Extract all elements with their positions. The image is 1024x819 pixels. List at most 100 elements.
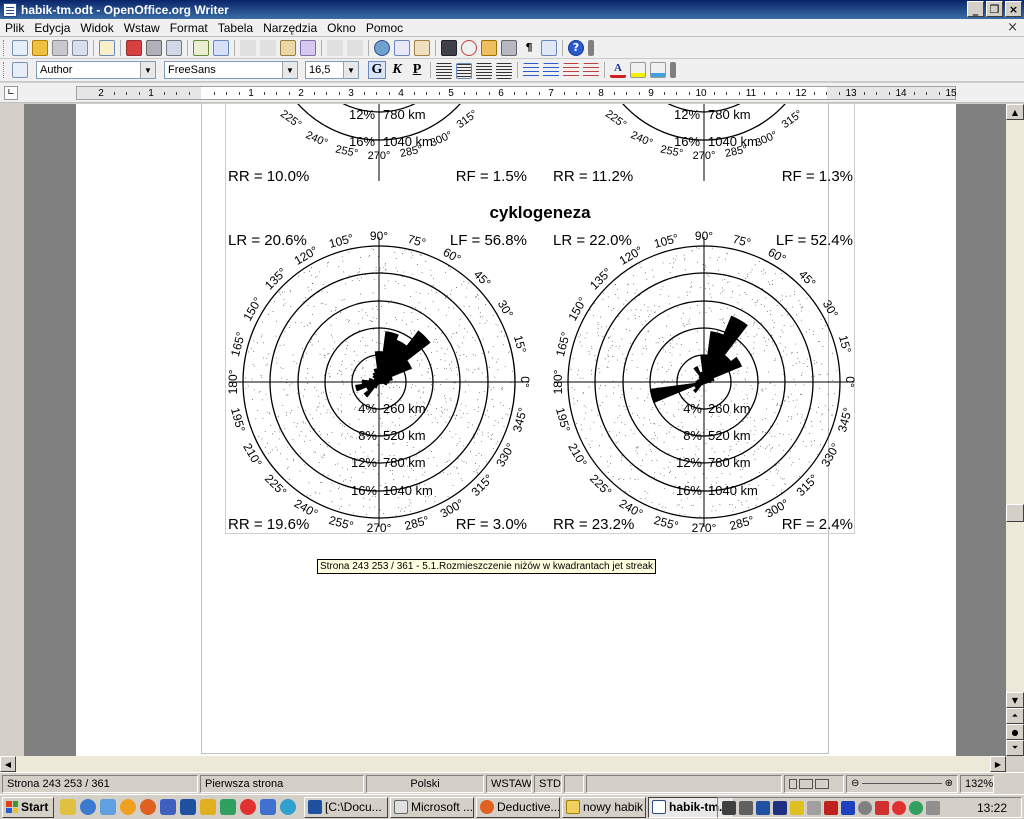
print-preview-icon[interactable] [166, 39, 182, 56]
wind-rose-figure[interactable]: 12% 780 km 16% 1040 km RR = 10.0% RF = 1.5% 22… [225, 104, 857, 535]
tray-app-icon[interactable] [858, 800, 872, 815]
ruler-strip[interactable]: 2 1 1 2 3 4 5 6 7 8 9 10 11 12 13 14 15 [76, 86, 957, 100]
font-color-icon[interactable]: A [610, 62, 626, 78]
zoom-in-icon[interactable]: ⊕ [945, 778, 953, 789]
email-icon[interactable] [72, 39, 88, 56]
tray-app-icon[interactable] [773, 800, 787, 815]
scroll-up-icon[interactable]: ▲ [1006, 104, 1024, 120]
bold-button[interactable]: G [368, 61, 386, 79]
status-insert-mode[interactable]: WSTAW [486, 774, 532, 793]
menu-format[interactable]: Format [165, 21, 213, 35]
media-player-icon[interactable] [120, 799, 136, 815]
multi-page-view-icon[interactable] [799, 778, 813, 789]
tab-stop-type-icon[interactable]: ∟ [4, 86, 18, 100]
menu-tabela[interactable]: Tabela [213, 21, 258, 35]
horizontal-ruler[interactable]: ∟ 2 1 1 2 3 4 5 6 7 8 9 10 11 12 13 14 15 [0, 83, 1024, 103]
status-language[interactable]: Polski [366, 774, 484, 793]
volume-icon[interactable] [739, 800, 753, 815]
table-icon[interactable] [394, 39, 410, 56]
start-button[interactable]: Start [2, 796, 54, 818]
hyperlink-icon[interactable] [374, 39, 390, 56]
decrease-indent-icon[interactable] [563, 63, 579, 79]
tray-app-icon[interactable] [875, 800, 889, 815]
highlighting-icon[interactable] [630, 62, 646, 78]
tray-app-icon[interactable] [892, 800, 906, 815]
toolbar-grip[interactable] [3, 39, 7, 56]
close-document-icon[interactable]: × [1007, 20, 1018, 35]
zoom-out-icon[interactable]: ⊖ [851, 778, 859, 789]
autospellcheck-icon[interactable] [213, 39, 229, 56]
paste-icon[interactable] [280, 39, 296, 56]
quick-app-icon[interactable] [260, 799, 276, 815]
tray-app-icon[interactable] [909, 800, 923, 815]
menu-narzedzia[interactable]: Narzędzia [258, 21, 322, 35]
clone-formatting-icon[interactable] [300, 39, 316, 56]
nonprinting-characters-icon[interactable]: ¶ [521, 39, 537, 56]
align-center-icon[interactable] [456, 63, 472, 79]
copy-icon[interactable] [260, 39, 276, 56]
quick-app-icon[interactable] [160, 799, 176, 815]
navigator-icon[interactable] [461, 39, 477, 56]
status-page-number[interactable]: Strona 243 253 / 361 [2, 774, 198, 793]
tray-app-icon[interactable] [926, 800, 940, 815]
next-page-icon[interactable]: ⏷ [1006, 740, 1024, 756]
previous-page-icon[interactable]: ⏶ [1006, 708, 1024, 724]
paragraph-style-select[interactable]: Author ▼ [36, 61, 156, 79]
tray-app-icon[interactable] [722, 800, 736, 815]
menu-okno[interactable]: Okno [322, 21, 361, 35]
menu-wstaw[interactable]: Wstaw [119, 21, 165, 35]
single-page-view-icon[interactable] [789, 778, 797, 789]
edit-file-icon[interactable] [99, 39, 115, 56]
italic-button[interactable]: K [388, 61, 406, 79]
internet-explorer-icon[interactable] [80, 799, 96, 815]
open-folder-icon[interactable] [32, 39, 48, 56]
help-icon[interactable]: ? [568, 39, 584, 56]
task-explorer[interactable]: [C:\Docu... [304, 796, 388, 818]
bullets-icon[interactable] [543, 63, 559, 79]
outlook-express-icon[interactable] [100, 799, 116, 815]
language-pl-icon[interactable] [841, 800, 855, 815]
word-icon[interactable] [180, 799, 196, 815]
font-size-select[interactable]: 16,5 ▼ [305, 61, 359, 79]
network-icon[interactable] [756, 800, 770, 815]
task-nowy-habik[interactable]: nowy habik [562, 796, 646, 818]
menu-plik[interactable]: Plik [0, 21, 29, 35]
navigation-icon[interactable]: ● [1006, 724, 1024, 740]
firefox-icon[interactable] [140, 799, 156, 815]
opera-icon[interactable] [240, 799, 256, 815]
font-name-select[interactable]: FreeSans ▼ [164, 61, 298, 79]
underline-button[interactable]: P [408, 61, 426, 79]
minimize-button[interactable]: _ [967, 1, 984, 17]
folder-icon[interactable] [200, 799, 216, 815]
vertical-scrollbar[interactable]: ▲ ▼ ⏶ ● ⏷ [1006, 104, 1024, 756]
chevron-down-icon[interactable]: ▼ [343, 62, 358, 78]
save-icon[interactable] [52, 39, 68, 56]
scroll-down-icon[interactable]: ▼ [1006, 692, 1024, 708]
justify-icon[interactable] [496, 63, 512, 79]
close-button[interactable]: × [1005, 1, 1022, 17]
toolbar-overflow-icon[interactable] [670, 62, 676, 78]
vertical-scroll-thumb[interactable] [1006, 504, 1024, 522]
background-color-icon[interactable] [650, 62, 666, 78]
scroll-right-icon[interactable]: ▶ [990, 756, 1006, 772]
new-document-icon[interactable] [12, 39, 28, 56]
status-page-style[interactable]: Pierwsza strona [200, 774, 364, 793]
task-microsoft[interactable]: Microsoft ... [390, 796, 474, 818]
tray-app-icon[interactable] [790, 800, 804, 815]
find-replace-binoculars-icon[interactable] [441, 39, 457, 56]
status-view-layout[interactable] [784, 774, 844, 793]
task-deductive[interactable]: Deductive... [476, 796, 560, 818]
cut-icon[interactable] [240, 39, 256, 56]
restore-button[interactable]: ❐ [986, 1, 1003, 17]
show-draw-functions-icon[interactable] [414, 39, 430, 56]
toolbar-grip[interactable] [3, 62, 7, 78]
align-left-icon[interactable] [436, 63, 452, 79]
scroll-left-icon[interactable]: ◀ [0, 756, 16, 772]
skype-icon[interactable] [280, 799, 296, 815]
redo-icon[interactable] [347, 39, 363, 56]
gallery-icon[interactable] [481, 39, 497, 56]
show-desktop-icon[interactable] [60, 799, 76, 815]
document-area[interactable]: 12% 780 km 16% 1040 km RR = 10.0% RF = 1.5% 22… [0, 104, 1006, 756]
status-zoom-level[interactable]: 132% [960, 774, 994, 793]
spellcheck-icon[interactable] [193, 39, 209, 56]
